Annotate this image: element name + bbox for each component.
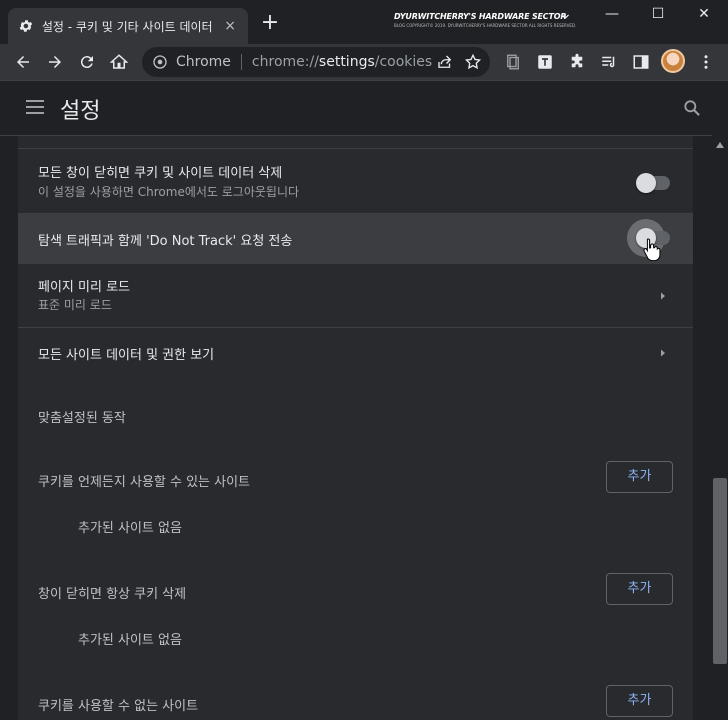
chrome-icon [153, 55, 167, 69]
tab-settings[interactable]: 설정 - 쿠키 및 기타 사이트 데이터 × [8, 8, 248, 44]
hand-cursor-icon [643, 238, 661, 261]
omnibox-divider [240, 54, 242, 70]
preload-pages-row[interactable]: 페이지 미리 로드 표준 미리 로드 [18, 263, 693, 327]
row-subtitle: 표준 미리 로드 [38, 298, 112, 312]
reload-icon [80, 56, 93, 69]
share-icon[interactable] [436, 53, 454, 71]
reading-mode-icon[interactable] [503, 52, 523, 72]
add-block-site-button[interactable]: 추가 [606, 685, 673, 717]
gear-icon [19, 20, 33, 32]
arrow-left-icon [17, 56, 29, 68]
arrow-right-icon [49, 56, 61, 68]
back-button[interactable] [11, 50, 35, 74]
forward-button[interactable] [43, 50, 67, 74]
new-tab-button[interactable]: + [258, 12, 282, 36]
minimize-button[interactable]: — [598, 6, 626, 28]
extensions-puzzle-icon[interactable] [567, 52, 587, 72]
scrollbar[interactable] [712, 136, 728, 720]
watermark-subtitle: BLOG COPYRIGHT© 2019. DYURWITCHERRY'S HA… [394, 23, 577, 28]
watermark-title: DYURWITCHERRY'S HARDWARE SECTOR [394, 12, 567, 21]
clear-on-close-label: 창이 닫히면 항상 쿠키 삭제 [38, 587, 187, 602]
reload-button[interactable] [75, 50, 99, 74]
chevron-right-icon [661, 292, 665, 300]
allow-empty-text: 추가된 사이트 없음 [78, 521, 182, 536]
row-title: 탐색 트래픽과 함께 'Do Not Track' 요청 전송 [38, 234, 293, 249]
close-window-button[interactable]: ✕ [690, 6, 718, 28]
browser-toolbar: Chrome chrome://settings/cookies [0, 44, 728, 80]
more-menu-icon[interactable] [696, 52, 716, 72]
page-title: 설정 [60, 99, 101, 124]
cookies-settings-card: 모든 창이 닫히면 쿠키 및 사이트 데이터 삭제 이 설정을 사용하면 Chr… [18, 136, 693, 720]
site-chip: Chrome [176, 54, 231, 70]
add-allow-site-button[interactable]: 추가 [606, 461, 673, 493]
scroll-thumb[interactable] [713, 478, 727, 664]
url-prefix: chrome:// [251, 54, 319, 70]
do-not-track-row[interactable]: 탐색 트래픽과 함께 'Do Not Track' 요청 전송 [18, 213, 693, 263]
tab-search-dropdown-icon[interactable]: ⌄ [552, 6, 580, 28]
bookmark-star-icon[interactable] [464, 53, 482, 71]
maximize-button[interactable]: ☐ [644, 6, 672, 28]
settings-header: 설정 [0, 81, 712, 136]
row-title: 모든 사이트 데이터 및 권한 보기 [38, 348, 215, 363]
home-icon [110, 54, 128, 69]
watermark-logo: DYURWITCHERRY'S HARDWARE SECTOR BLOG COP… [394, 12, 577, 34]
row-subtitle: 이 설정을 사용하면 Chrome에서도 로그아웃됩니다 [38, 185, 300, 199]
chevron-right-icon [661, 349, 665, 357]
title-bar: 설정 - 쿠키 및 기타 사이트 데이터 × + DYURWITCHERRY'S… [0, 0, 728, 44]
clear-on-exit-row[interactable]: 모든 창이 닫히면 쿠키 및 사이트 데이터 삭제 이 설정을 사용하면 Chr… [18, 148, 693, 213]
media-queue-icon[interactable] [599, 52, 619, 72]
url-text[interactable]: chrome://settings/cookies [252, 54, 432, 70]
profile-avatar[interactable] [661, 49, 685, 73]
custom-behavior-heading: 맞춤설정된 동작 [38, 411, 126, 426]
home-button[interactable] [107, 50, 131, 74]
url-suffix: /cookies [374, 54, 433, 70]
url-main: settings [318, 54, 375, 70]
tab-close-icon[interactable]: × [222, 18, 238, 34]
tab-title: 설정 - 쿠키 및 기타 사이트 데이터 [41, 19, 213, 34]
clear-empty-text: 추가된 사이트 없음 [78, 633, 182, 648]
translate-extension-icon[interactable] [535, 52, 555, 72]
menu-icon[interactable] [26, 100, 44, 114]
add-clear-site-button[interactable]: 추가 [606, 573, 673, 605]
side-panel-icon[interactable] [631, 52, 651, 72]
row-title: 모든 창이 닫히면 쿠키 및 사이트 데이터 삭제 [38, 166, 283, 181]
scroll-up-icon[interactable] [716, 142, 724, 148]
block-cookies-label: 쿠키를 사용할 수 없는 사이트 [38, 699, 199, 714]
clear-on-exit-toggle[interactable] [636, 173, 670, 193]
settings-content: 모든 창이 닫히면 쿠키 및 사이트 데이터 삭제 이 설정을 사용하면 Chr… [0, 136, 712, 720]
all-site-data-row[interactable]: 모든 사이트 데이터 및 권한 보기 [18, 327, 693, 377]
allow-cookies-label: 쿠키를 언제든지 사용할 수 있는 사이트 [38, 475, 251, 490]
address-bar[interactable]: Chrome chrome://settings/cookies [142, 47, 490, 77]
row-title: 페이지 미리 로드 [38, 280, 130, 295]
search-icon[interactable] [682, 98, 702, 118]
